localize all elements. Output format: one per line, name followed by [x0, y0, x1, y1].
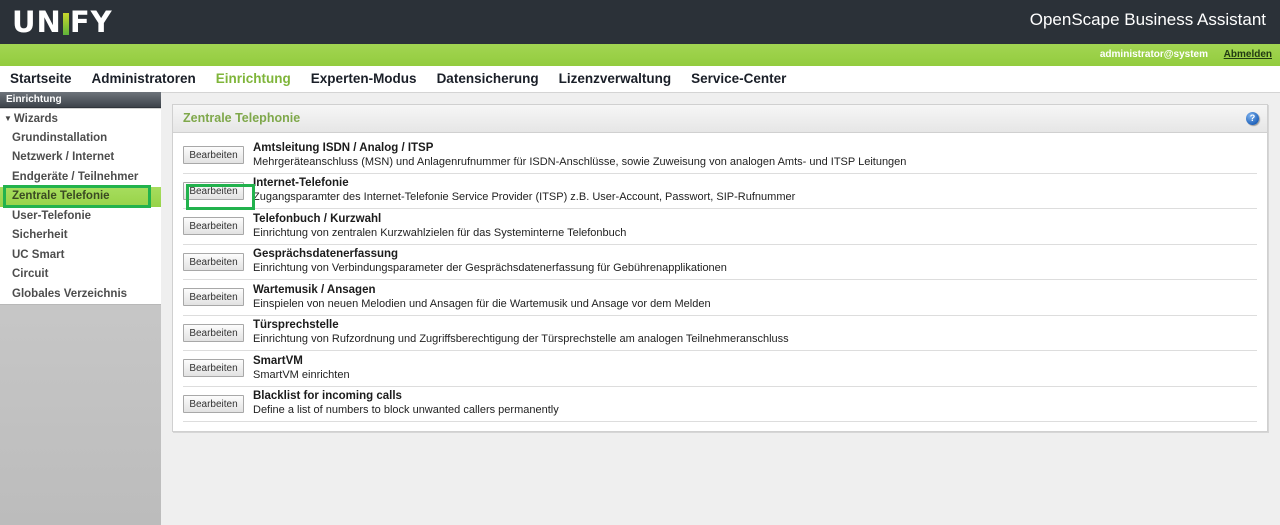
edit-button[interactable]: Bearbeiten [183, 253, 244, 271]
sidebar-item-globales-verzeichnis[interactable]: Globales Verzeichnis [0, 285, 161, 305]
wizard-row-title: Blacklist for incoming calls [253, 390, 1257, 403]
wizard-row-text: GesprächsdatenerfassungEinrichtung von V… [253, 248, 1257, 275]
chevron-down-icon: ▼ [4, 109, 12, 129]
sidebar-group-label: Wizards [14, 113, 58, 125]
wizard-row-description: Einrichtung von zentralen Kurzwahlzielen… [253, 226, 1257, 240]
nav-item-datensicherung[interactable]: Datensicherung [427, 67, 549, 91]
wizard-row-text: Amtsleitung ISDN / Analog / ITSPMehrgerä… [253, 142, 1257, 169]
sidebar-item-grundinstallation[interactable]: Grundinstallation [0, 129, 161, 149]
wizard-row: Bearbeiten Blacklist for incoming callsDe… [183, 387, 1257, 423]
logout-link[interactable]: Abmelden [1224, 49, 1272, 60]
wizard-row-description: Define a list of numbers to block unwant… [253, 403, 1257, 417]
edit-button[interactable]: Bearbeiten [183, 395, 244, 413]
nav-item-startseite[interactable]: Startseite [0, 67, 82, 91]
wizard-row-title: Telefonbuch / Kurzwahl [253, 213, 1257, 226]
wizard-row: Bearbeiten TürsprechstelleEinrichtung von… [183, 316, 1257, 352]
sidebar-item-uc-smart[interactable]: UC Smart [0, 246, 161, 266]
sidebar: Einrichtung ▼WizardsGrundinstallationNet… [0, 92, 161, 525]
edit-button[interactable]: Bearbeiten [183, 146, 244, 164]
wizard-row: Bearbeiten Internet-TelefonieZugangsparam… [183, 174, 1257, 210]
sidebar-item-endger-te-teilnehmer[interactable]: Endgeräte / Teilnehmer [0, 168, 161, 188]
wizard-list: Bearbeiten Amtsleitung ISDN / Analog / IT… [173, 133, 1267, 422]
nav-item-service-center[interactable]: Service-Center [681, 67, 796, 91]
wizard-row-text: Wartemusik / AnsagenEinspielen von neuen… [253, 284, 1257, 311]
sidebar-item-user-telefonie[interactable]: User-Telefonie [0, 207, 161, 227]
wizard-row-description: Einrichtung von Rufzordnung und Zugriffs… [253, 332, 1257, 346]
edit-button[interactable]: Bearbeiten [183, 288, 244, 306]
top-header-bar: UNFY OpenScape Business Assistant [0, 0, 1280, 44]
wizard-row: Bearbeiten Telefonbuch / KurzwahlEinricht… [183, 209, 1257, 245]
unify-logo: UNFY [12, 6, 113, 38]
nav-item-einrichtung[interactable]: Einrichtung [206, 67, 301, 91]
current-user-label: administrator@system [1100, 49, 1208, 60]
sidebar-menu: ▼WizardsGrundinstallationNetzwerk / Inte… [0, 109, 161, 305]
content-panel: Zentrale Telephonie ? Bearbeiten Amtsleit… [172, 104, 1268, 432]
sidebar-header: Einrichtung [0, 92, 161, 108]
edit-button[interactable]: Bearbeiten [183, 182, 244, 200]
wizard-row-title: SmartVM [253, 355, 1257, 368]
panel-header: Zentrale Telephonie ? [173, 105, 1267, 133]
wizard-row-text: SmartVMSmartVM einrichten [253, 355, 1257, 382]
edit-button[interactable]: Bearbeiten [183, 324, 244, 342]
wizard-row: Bearbeiten GesprächsdatenerfassungEinrich… [183, 245, 1257, 281]
nav-item-experten-modus[interactable]: Experten-Modus [301, 67, 427, 91]
app-title: OpenScape Business Assistant [1030, 10, 1266, 30]
help-icon[interactable]: ? [1246, 112, 1259, 125]
wizard-row: Bearbeiten Wartemusik / AnsagenEinspielen… [183, 280, 1257, 316]
wizard-row-text: Internet-TelefonieZugangsparamter des In… [253, 177, 1257, 204]
edit-button[interactable]: Bearbeiten [183, 217, 244, 235]
wizard-row-description: Einspielen von neuen Melodien und Ansage… [253, 297, 1257, 311]
wizard-row-description: Mehrgeräteanschluss (MSN) und Anlagenruf… [253, 155, 1257, 169]
wizard-row-title: Gesprächsdatenerfassung [253, 248, 1257, 261]
logo-text-before: UN [12, 5, 62, 39]
wizard-row-title: Amtsleitung ISDN / Analog / ITSP [253, 142, 1257, 155]
sidebar-item-circuit[interactable]: Circuit [0, 265, 161, 285]
main-navigation: StartseiteAdministratorenEinrichtungExpe… [0, 66, 1280, 93]
wizard-row: Bearbeiten SmartVMSmartVM einrichten [183, 351, 1257, 387]
sidebar-item-zentrale-telefonie[interactable]: Zentrale Telefonie [0, 187, 161, 207]
wizard-row-description: Einrichtung von Verbindungsparameter der… [253, 261, 1257, 275]
user-bar: administrator@system Abmelden [0, 44, 1280, 66]
wizard-row-text: Telefonbuch / KurzwahlEinrichtung von ze… [253, 213, 1257, 240]
sidebar-item-netzwerk-internet[interactable]: Netzwerk / Internet [0, 148, 161, 168]
logo-accent-bar [63, 13, 69, 35]
wizard-row-text: Blacklist for incoming callsDefine a lis… [253, 390, 1257, 417]
wizard-row-title: Wartemusik / Ansagen [253, 284, 1257, 297]
wizard-row-description: Zugangsparamter des Internet-Telefonie S… [253, 190, 1257, 204]
wizard-row-description: SmartVM einrichten [253, 368, 1257, 382]
sidebar-group-wizards[interactable]: ▼Wizards [0, 109, 161, 129]
page-title: Zentrale Telephonie [183, 111, 300, 125]
nav-item-lizenzverwaltung[interactable]: Lizenzverwaltung [549, 67, 682, 91]
main-nav-list: StartseiteAdministratorenEinrichtungExpe… [0, 66, 1280, 92]
wizard-row-title: Türsprechstelle [253, 319, 1257, 332]
wizard-row: Bearbeiten Amtsleitung ISDN / Analog / IT… [183, 138, 1257, 174]
sidebar-item-sicherheit[interactable]: Sicherheit [0, 226, 161, 246]
nav-item-administratoren[interactable]: Administratoren [82, 67, 206, 91]
wizard-row-text: TürsprechstelleEinrichtung von Rufzordnu… [253, 319, 1257, 346]
logo-text-after: FY [70, 5, 113, 39]
edit-button[interactable]: Bearbeiten [183, 359, 244, 377]
page-root: UNFY OpenScape Business Assistant admini… [0, 0, 1280, 525]
wizard-row-title: Internet-Telefonie [253, 177, 1257, 190]
